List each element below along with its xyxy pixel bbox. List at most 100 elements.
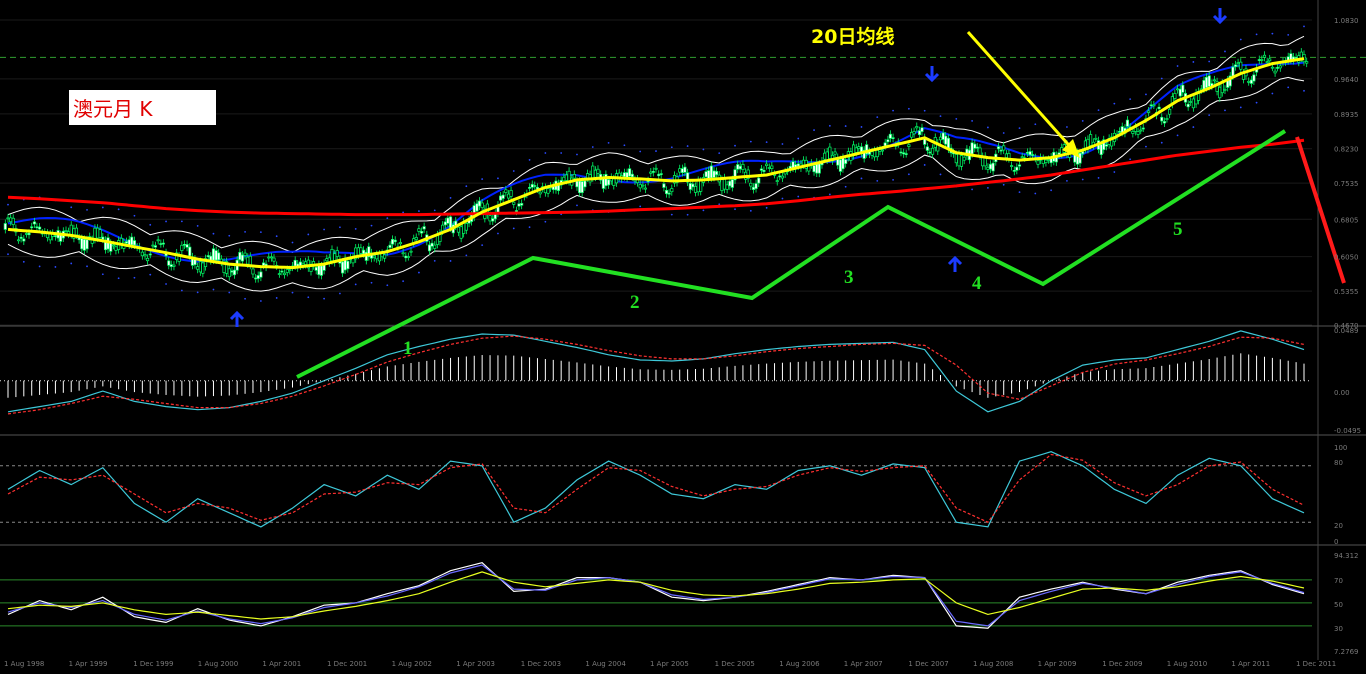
- sar-dot: [686, 213, 689, 216]
- candle-body: [749, 182, 753, 187]
- price-tick-label: 0.5355: [1334, 288, 1359, 296]
- sar-dot: [449, 197, 452, 199]
- sar-dot: [623, 144, 626, 147]
- candle-body: [591, 165, 595, 179]
- sar-dot: [1176, 134, 1179, 137]
- sar-dot: [465, 254, 468, 257]
- sar-dot: [1002, 132, 1005, 134]
- candle-body: [314, 266, 318, 271]
- sar-dot: [844, 185, 847, 188]
- stoch-tick-label: 100: [1334, 444, 1347, 452]
- candle-body: [691, 183, 695, 188]
- price-tick-label: 0.9640: [1334, 76, 1359, 84]
- candle-body: [767, 167, 771, 169]
- candle-body: [1247, 81, 1251, 83]
- candle-body: [393, 239, 397, 243]
- sar-dot: [370, 224, 373, 227]
- candle-body: [649, 171, 653, 174]
- candle-body: [801, 159, 805, 166]
- candle-body: [491, 218, 495, 222]
- candle-body: [1025, 152, 1029, 154]
- candle-body: [330, 249, 334, 262]
- candle-body: [277, 273, 281, 275]
- candle-body: [1060, 147, 1064, 155]
- candle-body: [1136, 131, 1140, 135]
- candle-body: [928, 151, 932, 154]
- sar-dot: [1176, 65, 1179, 67]
- candle-body: [583, 180, 587, 188]
- sar-dot: [38, 265, 41, 268]
- candle-body: [499, 195, 503, 201]
- candle-body: [341, 261, 345, 274]
- sar-dot: [1287, 33, 1290, 36]
- candle-body: [509, 189, 513, 197]
- candle-body: [132, 240, 136, 246]
- sar-dot: [749, 140, 752, 143]
- candle-body: [1149, 104, 1153, 107]
- sar-dot: [1129, 158, 1132, 161]
- candle-body: [504, 189, 508, 193]
- candle-body: [1231, 66, 1235, 77]
- sar-dot: [307, 296, 310, 299]
- candle-body: [622, 172, 626, 178]
- candle-body: [1260, 59, 1264, 61]
- candle-body: [477, 200, 481, 207]
- sar-dot: [7, 253, 9, 256]
- chart-title: 澳元月 K: [73, 97, 153, 121]
- candle-body: [1273, 70, 1277, 74]
- sar-dot: [686, 145, 689, 147]
- sar-dot: [765, 206, 768, 209]
- sar-dot: [1081, 120, 1084, 122]
- price-tick-label: 0.6805: [1334, 216, 1359, 224]
- sar-dot: [386, 284, 389, 287]
- candle-body: [512, 201, 516, 205]
- candle-body: [9, 217, 13, 223]
- candle-body: [538, 191, 542, 195]
- sar-dot: [70, 206, 73, 209]
- signal-line: [7, 453, 1305, 523]
- candle-body: [817, 163, 821, 174]
- candle-body: [875, 150, 879, 158]
- candle-body: [880, 149, 885, 152]
- candle-body: [651, 171, 655, 173]
- candle-body: [662, 183, 666, 188]
- sar-dot: [1192, 61, 1195, 63]
- candle-body: [1117, 131, 1122, 133]
- sar-dot: [528, 159, 531, 161]
- fast-line: [7, 562, 1305, 629]
- candle-body: [148, 253, 152, 256]
- candle-body: [1191, 98, 1195, 109]
- candle-body: [430, 242, 434, 247]
- candle-body: [1236, 62, 1240, 65]
- candle-body: [124, 241, 129, 244]
- mid-line: [7, 564, 1305, 627]
- candle-body: [957, 153, 961, 167]
- candle-body: [325, 258, 329, 262]
- sar-dot: [86, 265, 88, 268]
- macd-tick-label: -0.0495: [1334, 427, 1361, 435]
- candle-body: [712, 170, 716, 178]
- candle-body: [1104, 144, 1108, 147]
- sar-dot: [180, 220, 183, 223]
- candle-body: [214, 250, 218, 261]
- sar-dot: [212, 232, 215, 235]
- candle-body: [1189, 101, 1193, 103]
- sar-dot: [196, 225, 199, 227]
- candle-body: [32, 221, 36, 225]
- sar-dot: [1287, 86, 1290, 89]
- candle-body: [422, 226, 426, 230]
- candle-body: [196, 266, 200, 270]
- candle-body: [1202, 80, 1206, 90]
- sar-dot: [196, 291, 199, 294]
- candle-body: [288, 269, 292, 271]
- candle-body: [562, 176, 566, 182]
- candle-body: [156, 239, 160, 242]
- candle-body: [507, 193, 511, 199]
- candle-body: [74, 227, 78, 236]
- ma20-annotation: 20日均线: [811, 26, 895, 48]
- sar-dot: [1018, 191, 1021, 194]
- date-tick-label: 1 Apr 2003: [456, 660, 495, 668]
- candle-body: [1157, 106, 1161, 110]
- sar-dot: [54, 266, 57, 268]
- candle-body: [488, 215, 492, 222]
